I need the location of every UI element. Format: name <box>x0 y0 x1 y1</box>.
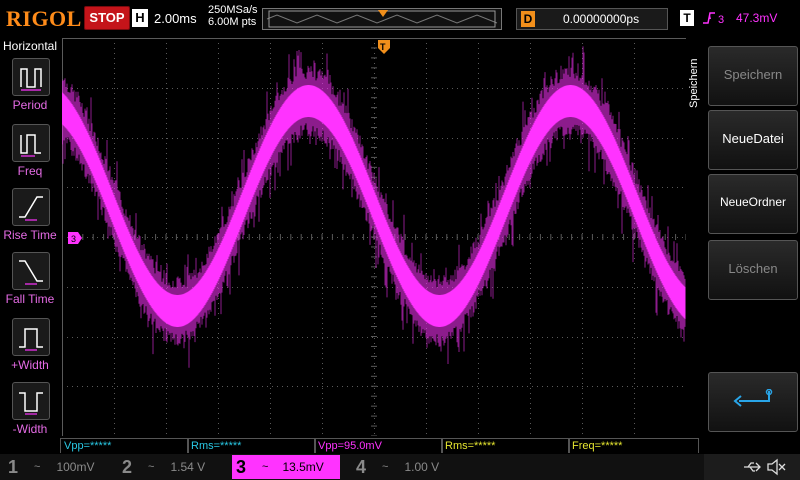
pos-width-label: +Width <box>11 358 49 372</box>
new-folder-button[interactable]: NeueOrdner <box>708 174 798 234</box>
fall-time-label: Fall Time <box>5 292 55 306</box>
sample-rate: 250MSa/s <box>208 4 258 16</box>
channel-4-scale: 1.00 V <box>404 460 440 474</box>
coupling-dc-icon: ~ <box>382 461 389 473</box>
top-status-bar: RIGOL STOP H 2.00ms 250MSa/s 6.00M pts D… <box>0 0 800 36</box>
measurement-text: Rms=***** <box>191 440 242 452</box>
new-folder-label: NeueOrdner <box>719 195 787 209</box>
neg-width-icon <box>12 382 50 420</box>
channel-3-trace <box>61 85 686 327</box>
channel-4-status[interactable]: 4 ~ 1.00 V <box>352 455 460 479</box>
channel-4-number: 4 <box>355 456 366 477</box>
waveform-display[interactable] <box>61 37 687 437</box>
measurement-item[interactable]: Freq=***** <box>568 438 699 453</box>
fall-time-icon <box>12 252 50 290</box>
memory-depth: 6.00M pts <box>208 16 257 28</box>
channel-2-status[interactable]: 2 ~ 1.54 V <box>118 455 226 479</box>
channel3-offset-marker[interactable]: 3 <box>68 232 82 244</box>
channel-1-scale: 100mV <box>56 460 95 474</box>
channel-3-number: 3 <box>235 456 246 477</box>
measurement-item[interactable]: Vpp=95.0mV <box>314 438 443 453</box>
save-button-label: Speichern <box>723 67 783 82</box>
return-button[interactable] <box>708 372 798 432</box>
pos-width-icon <box>12 318 50 356</box>
freq-icon <box>12 124 50 162</box>
enter-return-icon <box>733 389 773 407</box>
waveform-overview <box>266 10 498 28</box>
measure-freq[interactable]: Freq <box>0 124 60 186</box>
softkey-menu: Speichern NeueDatei NeueOrdner Löschen <box>702 38 800 438</box>
delay-letter: D <box>521 11 535 27</box>
coupling-dc-icon: ~ <box>148 461 155 473</box>
delete-label: Löschen <box>728 261 778 276</box>
channel-2-scale: 1.54 V <box>170 460 206 474</box>
speaker-mute-icon[interactable] <box>766 458 786 476</box>
coupling-dc-icon: ~ <box>34 461 41 473</box>
channel-3-scale: 13.5mV <box>282 460 324 474</box>
channel-1-status[interactable]: 1 ~ 100mV <box>4 455 112 479</box>
rise-time-icon <box>12 188 50 226</box>
measure-sidebar: Horizontal Period Freq Rise Time Fall Ti… <box>0 38 60 438</box>
measurement-text: Rms=***** <box>445 440 496 452</box>
channel-2-number: 2 <box>121 456 132 477</box>
memory-position-bar[interactable] <box>262 8 502 30</box>
svg-text:3: 3 <box>71 234 76 244</box>
measurement-text: Freq=***** <box>572 440 623 452</box>
measure-fall-time[interactable]: Fall Time <box>0 252 60 314</box>
save-button[interactable]: Speichern <box>708 46 798 106</box>
rise-time-label: Rise Time <box>3 228 57 242</box>
neg-width-label: -Width <box>12 422 48 436</box>
freq-label: Freq <box>17 164 43 178</box>
measure-period[interactable]: Period <box>0 58 60 120</box>
measurement-item[interactable]: Rms=***** <box>187 438 316 453</box>
sidebar-title: Horizontal <box>3 39 58 53</box>
measurement-text: Vpp=95.0mV <box>318 440 382 452</box>
delay-indicator[interactable]: D 0.00000000ps <box>516 8 668 30</box>
coupling-dc-icon: ~ <box>262 461 269 473</box>
channel-status-bar: 1 ~ 100mV 2 ~ 1.54 V 3 ~ 13.5mV 4 ~ 1.00… <box>0 454 800 480</box>
trigger-letter: T <box>680 10 694 26</box>
channel-3-status[interactable]: 3 ~ 13.5mV <box>232 455 340 479</box>
new-file-label: NeueDatei <box>722 131 784 146</box>
svg-text:3: 3 <box>718 14 724 26</box>
usb-icon <box>744 462 761 472</box>
svg-text:T: T <box>380 42 386 52</box>
trigger-time-marker[interactable]: T <box>378 40 390 56</box>
timebase-value: 2.00ms <box>154 10 197 26</box>
waveform-graticule <box>61 37 687 437</box>
delay-value: 0.00000000ps <box>563 12 640 26</box>
new-file-button[interactable]: NeueDatei <box>708 110 798 170</box>
measurement-item[interactable]: Rms=***** <box>441 438 570 453</box>
measure-pos-width[interactable]: +Width <box>0 318 60 380</box>
timebase-indicator[interactable]: H 2.00ms <box>132 6 197 30</box>
trigger-indicator[interactable]: T 3 47.3mV <box>676 8 796 28</box>
brand-logo: RIGOL <box>6 6 82 31</box>
measurement-item[interactable]: Vpp=***** <box>60 438 189 453</box>
measure-rise-time[interactable]: Rise Time <box>0 188 60 250</box>
period-icon <box>12 58 50 96</box>
period-label: Period <box>12 98 48 112</box>
trigger-position-marker <box>378 10 388 17</box>
run-stop-badge[interactable]: STOP <box>84 6 130 30</box>
system-icons-area <box>704 454 800 480</box>
acquisition-info: 250MSa/s 6.00M pts <box>208 4 258 28</box>
channel-1-number: 1 <box>7 456 18 477</box>
trigger-edge-icon: 3 <box>703 12 724 26</box>
trigger-level: 47.3mV <box>736 11 778 25</box>
menu-vertical-title: Speichern <box>688 58 700 108</box>
timebase-letter: H <box>132 9 148 27</box>
delete-button[interactable]: Löschen <box>708 240 798 300</box>
measure-neg-width[interactable]: -Width <box>0 382 60 444</box>
measurement-text: Vpp=***** <box>64 440 112 452</box>
